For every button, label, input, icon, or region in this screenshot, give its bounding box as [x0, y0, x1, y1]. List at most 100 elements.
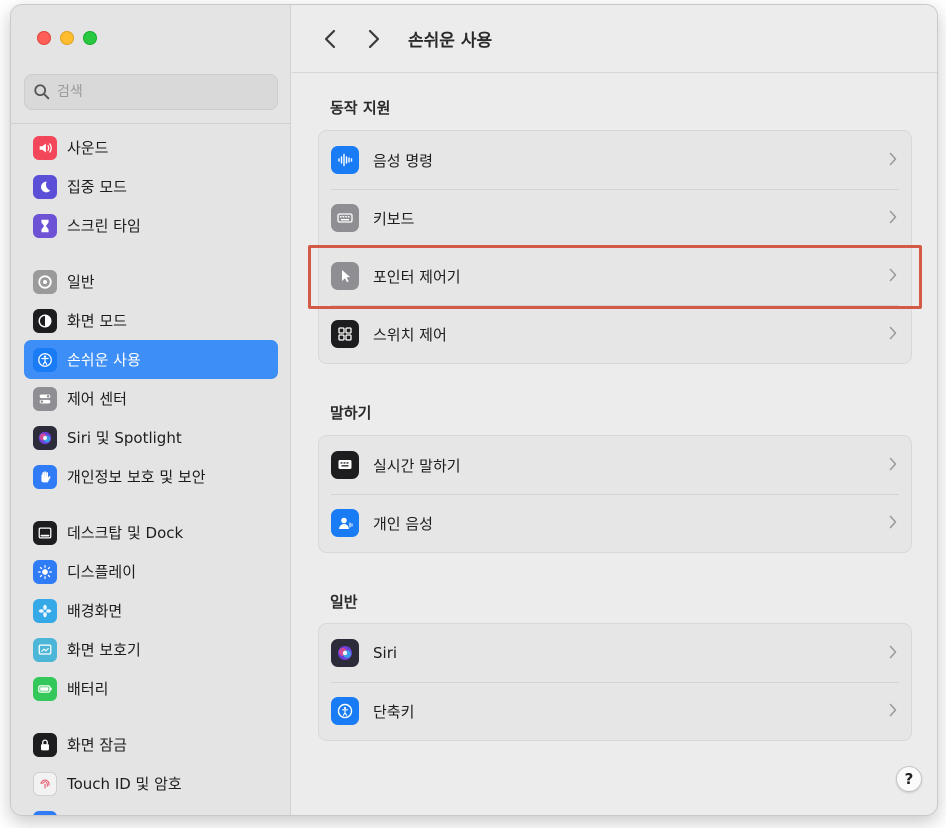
settings-row[interactable]: 포인터 제어기 [319, 247, 911, 305]
section-title: 말하기 [330, 404, 372, 422]
settings-row-label: 포인터 제어기 [373, 267, 461, 286]
sidebar-group: 데스크탑 및 Dock 디스플레이배경화면화면 보호기배터리 [24, 513, 278, 708]
settings-row-label: 실시간 말하기 [373, 456, 461, 475]
dock-icon [33, 520, 57, 545]
sidebar-item[interactable]: Siri 및 Spotlight [24, 418, 278, 457]
flower-icon [33, 598, 57, 623]
screensaver-icon [33, 637, 57, 662]
settings-group: 실시간 말하기개인 음성 [318, 435, 912, 553]
appearance-icon [33, 308, 57, 333]
settings-group: 음성 명령키보드포인터 제어기스위치 제어 [318, 130, 912, 364]
chevron-right-icon [889, 326, 897, 340]
siri-icon [331, 639, 359, 667]
sidebar-item[interactable]: 화면 보호기 [24, 630, 278, 669]
settings-row-label: 스위치 제어 [373, 325, 447, 344]
chevron-right-icon [889, 152, 897, 166]
minimize-button[interactable] [60, 31, 74, 45]
sidebar-item[interactable]: 배경화면 [24, 591, 278, 630]
sidebar-item-label: 화면 잠금 [67, 736, 127, 754]
sidebar-list: 사운드집중 모드스크린 타임일반화면 모드손쉬운 사용제어 센터 Siri 및 S… [24, 128, 278, 815]
hand-icon [33, 464, 57, 489]
forward-button[interactable] [362, 27, 386, 51]
lock-icon [33, 732, 57, 757]
sidebar-item[interactable]: 손쉬운 사용 [24, 340, 278, 379]
sidebar-item-label: 개인정보 보호 및 보안 [67, 468, 206, 486]
waveform-icon [331, 146, 359, 174]
sidebar-item[interactable]: 데스크탑 및 Dock [24, 513, 278, 552]
sidebar-item[interactable]: 화면 잠금 [24, 725, 278, 764]
sidebar-item[interactable]: 일반 [24, 262, 278, 301]
sidebar-item-label: Touch ID 및 암호 [67, 775, 182, 793]
help-button[interactable]: ? [896, 766, 922, 792]
sidebar-group: 화면 잠금 Touch ID 및 암호사용자 및 그룹 [24, 725, 278, 815]
settings-row[interactable]: 개인 음성 [319, 494, 911, 552]
settings-row[interactable]: 실시간 말하기 [319, 436, 911, 494]
sidebar-item-label: 화면 모드 [67, 312, 127, 330]
gear-icon [33, 269, 57, 294]
search-icon [34, 84, 50, 100]
chevron-right-icon [889, 703, 897, 717]
settings-row[interactable]: 단축키 [319, 682, 911, 740]
back-button[interactable] [318, 27, 342, 51]
sidebar-item[interactable]: 개인정보 보호 및 보안 [24, 457, 278, 496]
siri-icon [33, 425, 57, 450]
sidebar-item[interactable]: Touch ID 및 암호 [24, 764, 278, 803]
sidebar: 사운드집중 모드스크린 타임일반화면 모드손쉬운 사용제어 센터 Siri 및 S… [11, 5, 291, 815]
sidebar-item-label: 사용자 및 그룹 [67, 812, 159, 815]
chevron-left-icon [324, 29, 336, 48]
settings-row-label: 키보드 [373, 209, 415, 228]
sidebar-item-label: Siri 및 Spotlight [67, 429, 182, 447]
live-speech-icon [331, 451, 359, 479]
settings-row[interactable]: 키보드 [319, 189, 911, 247]
sidebar-item[interactable]: 사운드 [24, 128, 278, 167]
control-center-icon [33, 386, 57, 411]
sidebar-item-label: 배터리 [67, 680, 109, 698]
sidebar-item-label: 데스크탑 및 Dock [67, 524, 184, 542]
settings-row-label: 음성 명령 [373, 151, 433, 170]
settings-group: Siri 단축키 [318, 623, 912, 741]
accessibility-icon [33, 347, 57, 372]
grid-icon [331, 320, 359, 348]
sidebar-item[interactable]: 화면 모드 [24, 301, 278, 340]
sidebar-item-label: 손쉬운 사용 [67, 351, 141, 369]
chevron-right-icon [889, 268, 897, 282]
zoom-button[interactable] [83, 31, 97, 45]
search-field[interactable] [24, 74, 278, 110]
chevron-right-icon [889, 645, 897, 659]
sidebar-divider [11, 123, 291, 124]
sidebar-item-label: 배경화면 [67, 602, 123, 620]
sidebar-group: 일반화면 모드손쉬운 사용제어 센터 Siri 및 Spotlight 개인정보 보… [24, 262, 278, 496]
page-title: 손쉬운 사용 [408, 31, 493, 51]
chevron-right-icon [889, 457, 897, 471]
toolbar: 손쉬운 사용 [292, 5, 937, 73]
search-input[interactable] [57, 84, 257, 100]
sidebar-item[interactable]: 배터리 [24, 669, 278, 708]
sidebar-item-label: 제어 센터 [67, 390, 127, 408]
section-title: 동작 지원 [330, 99, 391, 117]
sidebar-item[interactable]: 디스플레이 [24, 552, 278, 591]
close-button[interactable] [37, 31, 51, 45]
main-pane: 손쉬운 사용 동작 지원음성 명령키보드포인터 제어기스위치 제어말하기실시간 … [292, 5, 937, 815]
sidebar-item-label: 사운드 [67, 139, 109, 157]
settings-row[interactable]: 스위치 제어 [319, 305, 911, 363]
settings-row-label: Siri [373, 644, 398, 662]
section-title: 일반 [330, 593, 358, 611]
keyboard-icon [331, 204, 359, 232]
sidebar-item-label: 디스플레이 [67, 563, 137, 581]
settings-window: 사운드집중 모드스크린 타임일반화면 모드손쉬운 사용제어 센터Siri 및 S… [10, 4, 938, 816]
sidebar-item[interactable]: 사용자 및 그룹 [24, 803, 278, 815]
personal-voice-icon [331, 509, 359, 537]
speaker-icon [33, 135, 57, 160]
hourglass-icon [33, 213, 57, 238]
chevron-right-icon [889, 515, 897, 529]
chevron-right-icon [889, 210, 897, 224]
sidebar-item[interactable]: 스크린 타임 [24, 206, 278, 245]
settings-row[interactable]: 음성 명령 [319, 131, 911, 189]
sidebar-item-label: 집중 모드 [67, 178, 127, 196]
users-icon [33, 810, 57, 815]
settings-row[interactable]: Siri [319, 624, 911, 682]
sun-icon [33, 559, 57, 584]
settings-row-label: 개인 음성 [373, 514, 433, 533]
sidebar-item[interactable]: 집중 모드 [24, 167, 278, 206]
sidebar-item[interactable]: 제어 센터 [24, 379, 278, 418]
